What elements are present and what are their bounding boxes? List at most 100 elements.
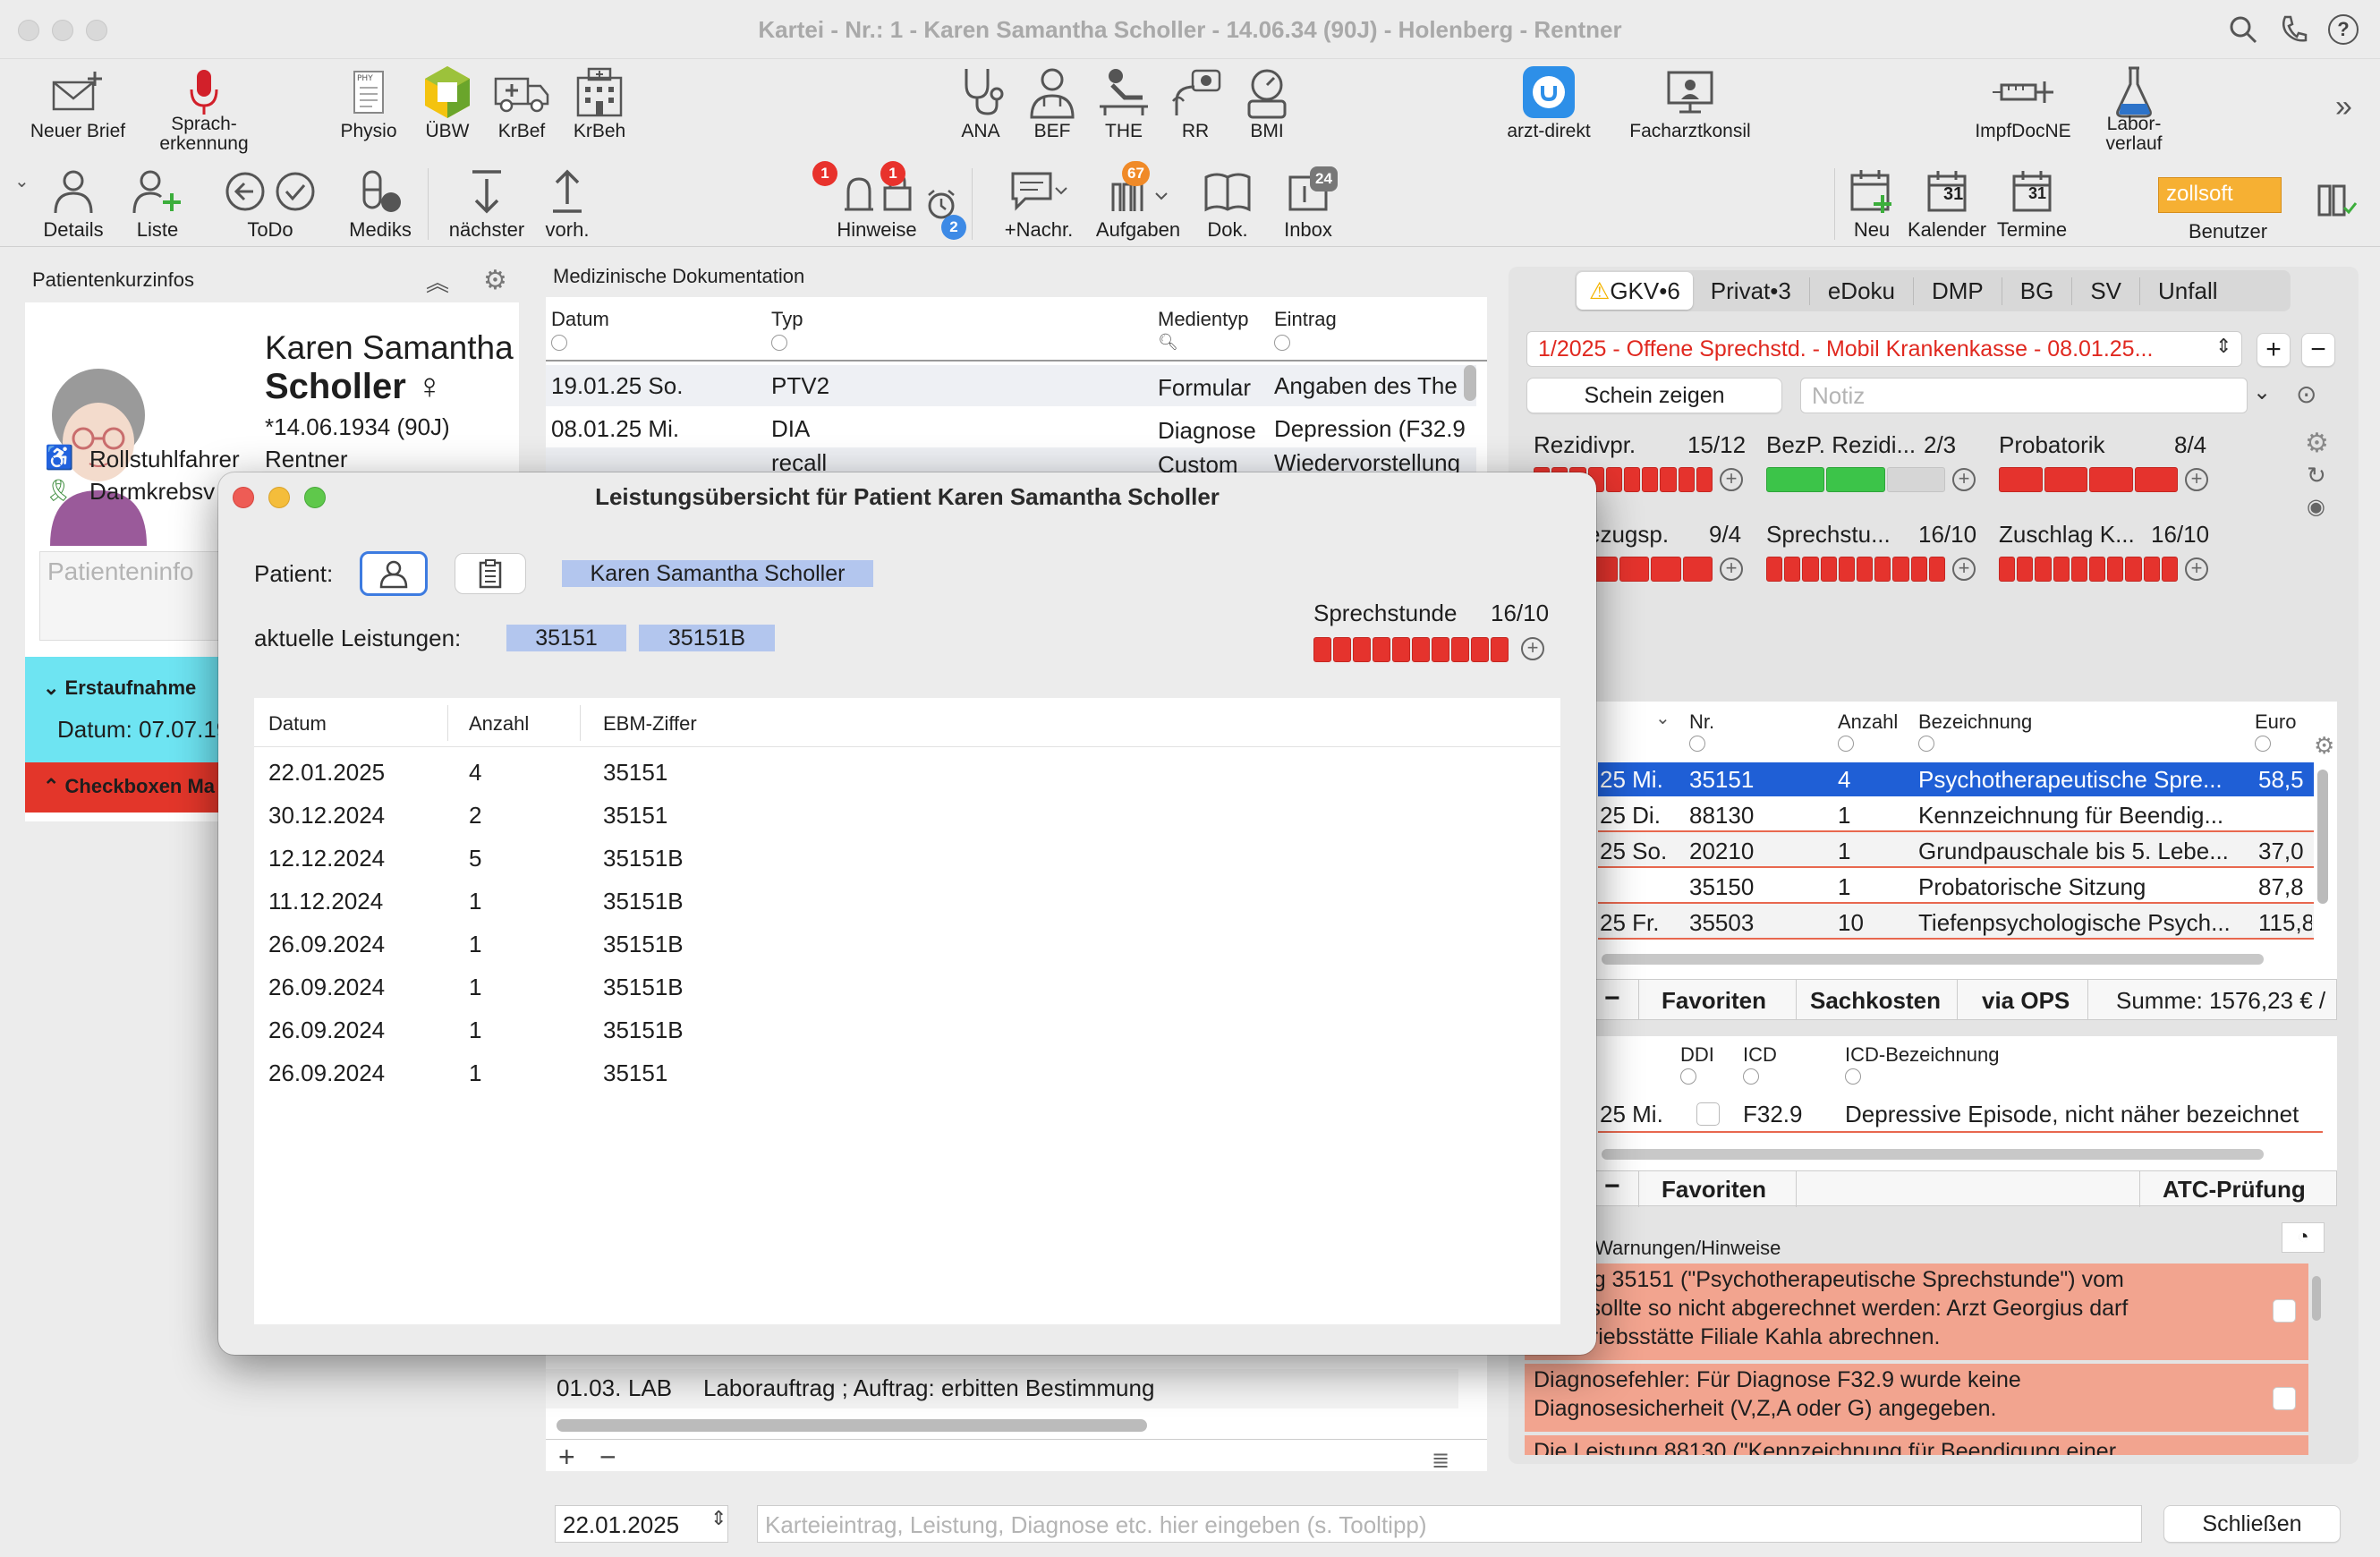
tab-privat[interactable]: Privat•3 xyxy=(1693,277,1810,305)
scrollbar[interactable] xyxy=(557,1419,1147,1432)
align-icon[interactable]: ≣ xyxy=(1432,1448,1449,1474)
table-row[interactable]: 26.09.2024 1 35151B xyxy=(254,922,1560,965)
table-row[interactable]: 25 So. 20210 1 Grundpauschale bis 5. Leb… xyxy=(1598,832,2314,868)
scrollbar[interactable] xyxy=(1464,365,1476,401)
phone-icon[interactable] xyxy=(2280,14,2308,51)
table-row[interactable]: 25 Di. 88130 1 Kennzeichnung für Beendig… xyxy=(1598,796,2314,832)
via-ops-button[interactable]: via OPS xyxy=(1982,987,2070,1015)
tab-sv[interactable]: SV xyxy=(2072,277,2141,305)
remove-icon[interactable]: − xyxy=(1604,1171,1620,1202)
scrollbar[interactable] xyxy=(1602,954,2264,965)
scrollbar[interactable] xyxy=(2312,1276,2321,1321)
bmi-button[interactable]: BMI xyxy=(1235,64,1299,141)
remove-schein-button[interactable]: − xyxy=(2301,333,2335,367)
gear-icon[interactable]: ⚙ xyxy=(2314,732,2334,760)
dok-button[interactable]: Dok. xyxy=(1192,165,1263,242)
stepper-icon[interactable]: ⇕ xyxy=(710,1507,727,1530)
toolbar-overflow-icon[interactable]: » xyxy=(2335,89,2352,124)
refresh-warnings-icon[interactable]: ◔ xyxy=(2282,1222,2325,1253)
sidebar-toggle-icon[interactable] xyxy=(2316,183,2358,223)
krbef-button[interactable]: KrBef xyxy=(490,64,553,141)
user-chip[interactable]: zollsoft xyxy=(2158,177,2282,213)
warning-checkbox[interactable] xyxy=(2273,1299,2296,1323)
help-icon[interactable]: ? xyxy=(2328,14,2359,45)
add-circle-icon[interactable]: + xyxy=(1952,557,1976,581)
physio-button[interactable]: PHY Physio xyxy=(329,64,408,141)
tab-unfall[interactable]: Unfall xyxy=(2140,277,2235,305)
gear-icon[interactable]: ⚙ xyxy=(2305,428,2329,459)
add-circle-icon[interactable]: + xyxy=(1521,637,1544,660)
table-row[interactable]: 26.09.2024 1 35151B xyxy=(254,965,1560,1008)
patient-clipboard-button[interactable] xyxy=(455,553,526,594)
table-row[interactable]: 25 Fr. 35503 10 Tiefenpsychologische Psy… xyxy=(1598,904,2314,940)
details-button[interactable]: Details xyxy=(36,165,111,242)
chevron-down-icon[interactable]: ⌄ xyxy=(14,170,30,192)
termine-button[interactable]: 31 Termine xyxy=(1988,165,2076,242)
rr-button[interactable]: RR xyxy=(1163,64,1228,141)
refresh-icon[interactable]: ↻ xyxy=(2307,462,2326,489)
kalender-button[interactable]: 31 Kalender xyxy=(1906,165,1988,242)
table-row[interactable]: 26.09.2024 1 35151 xyxy=(254,1051,1560,1093)
tab-edoku[interactable]: eDoku xyxy=(1810,277,1914,305)
nachricht-button[interactable]: +Nachr. xyxy=(999,165,1079,242)
the-button[interactable]: THE xyxy=(1092,64,1156,141)
bef-button[interactable]: BEF xyxy=(1020,64,1084,141)
collapse-up-icon[interactable]: ︽ xyxy=(426,265,449,298)
add-circle-icon[interactable]: + xyxy=(1720,557,1743,581)
table-row[interactable]: 22.01.2025 4 35151 xyxy=(254,750,1560,793)
schein-zeigen-button[interactable]: Schein zeigen xyxy=(1526,378,1782,413)
add-circle-icon[interactable]: + xyxy=(2185,557,2208,581)
date-field[interactable]: 22.01.2025 xyxy=(555,1505,728,1543)
table-row[interactable]: 12.12.2024 5 35151B xyxy=(254,836,1560,879)
table-row[interactable]: 35150 1 Probatorische Sitzung 87,8 xyxy=(1598,868,2314,904)
krbeh-button[interactable]: KrBeh xyxy=(565,64,633,141)
table-row[interactable]: 08.01.25 Mi. DIA Diagnose Depression (F3… xyxy=(546,408,1476,449)
add-circle-icon[interactable]: + xyxy=(1720,468,1743,491)
gear-icon[interactable]: ⚙ xyxy=(483,265,507,296)
impfdocne-button[interactable]: ImpfDocNE xyxy=(1965,64,2081,141)
sachkosten-button[interactable]: Sachkosten xyxy=(1810,987,1941,1015)
schein-select[interactable]: 1/2025 - Offene Sprechstd. - Mobil Krank… xyxy=(1526,331,2242,367)
eye-icon[interactable]: ◉ xyxy=(2307,494,2325,520)
add-icon[interactable]: + xyxy=(558,1441,575,1474)
table-row[interactable]: 19.01.25 So. PTV2 Formular Angaben des T… xyxy=(546,365,1476,406)
atc-pruefung-button[interactable]: ATC-Prüfung xyxy=(2163,1176,2306,1204)
tab-bg[interactable]: BG xyxy=(2002,277,2073,305)
arzt-direkt-button[interactable]: arzt-direkt xyxy=(1491,64,1607,141)
add-circle-icon[interactable]: + xyxy=(1952,468,1976,491)
search-icon[interactable]: 🔍︎ xyxy=(1158,333,1178,352)
spracherkennung-button[interactable]: Sprach- erkennung xyxy=(150,64,258,154)
ddi-checkbox[interactable] xyxy=(1696,1102,1720,1126)
entry-input[interactable]: Karteieintrag, Leistung, Diagnose etc. h… xyxy=(757,1505,2142,1543)
patient-person-button[interactable] xyxy=(360,551,428,596)
favoriten-button[interactable]: Favoriten xyxy=(1662,987,1766,1015)
neu-termin-button[interactable]: Neu xyxy=(1840,165,1904,242)
hinweise-button[interactable]: Hinweise xyxy=(823,165,931,242)
table-row[interactable]: 30.12.2024 2 35151 xyxy=(254,793,1560,836)
naechster-button[interactable]: nächster xyxy=(442,165,531,242)
add-schein-button[interactable]: + xyxy=(2257,333,2291,367)
remove-icon[interactable]: − xyxy=(1604,983,1620,1014)
chevron-down-icon[interactable]: ⌄ xyxy=(2253,379,2271,405)
remove-icon[interactable]: − xyxy=(599,1441,616,1474)
table-row[interactable]: 26.09.2024 1 35151B xyxy=(254,1008,1560,1051)
uebw-button[interactable]: ÜBW xyxy=(413,64,481,141)
table-row[interactable]: 11.12.2024 1 35151B xyxy=(254,879,1560,922)
scrollbar[interactable] xyxy=(1602,1149,2264,1160)
search-icon[interactable] xyxy=(2228,14,2258,51)
todo-button[interactable]: ToDo xyxy=(217,165,324,242)
table-row[interactable]: 25 Mi. 35151 4 Psychotherapeutische Spre… xyxy=(1598,762,2314,796)
neuer-brief-button[interactable]: Neuer Brief xyxy=(20,64,136,141)
table-row[interactable]: 25 Mi. F32.9 Depressive Episode, nicht n… xyxy=(1598,1095,2323,1133)
more-icon[interactable]: ⊙ xyxy=(2296,379,2316,409)
liste-button[interactable]: Liste xyxy=(120,165,195,242)
schliessen-button[interactable]: Schließen xyxy=(2163,1505,2341,1543)
chevron-down-icon[interactable]: ⌄ xyxy=(1655,707,1670,729)
ana-button[interactable]: ANA xyxy=(948,64,1013,141)
mediks-button[interactable]: Mediks xyxy=(340,165,421,242)
laborverlauf-button[interactable]: Labor- verlauf xyxy=(2094,64,2174,154)
tab-dmp[interactable]: DMP xyxy=(1914,277,2002,305)
tab-gkv[interactable]: ⚠ GKV•6 xyxy=(1577,272,1693,310)
warning-checkbox[interactable] xyxy=(2273,1387,2296,1410)
add-circle-icon[interactable]: + xyxy=(2185,468,2208,491)
